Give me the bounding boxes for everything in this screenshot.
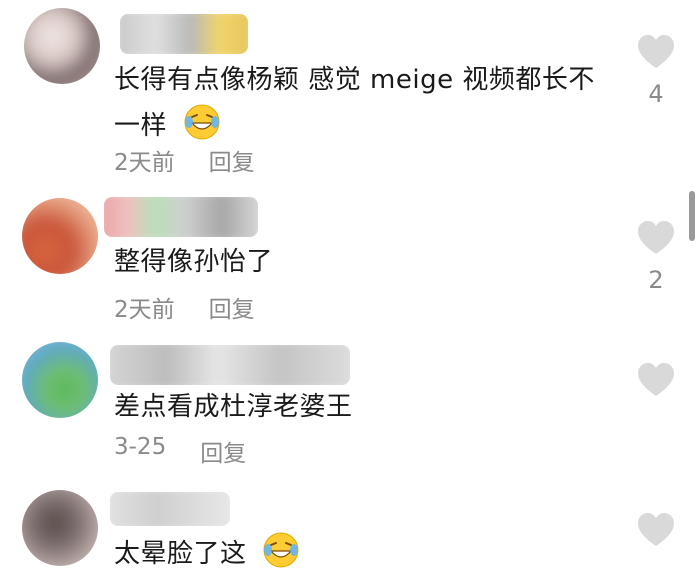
- heart-icon: [638, 221, 674, 254]
- reply-button[interactable]: 回复: [209, 143, 255, 177]
- like-button[interactable]: [634, 512, 678, 548]
- comment-text: 长得有点像杨颖 感觉 meige 视频都长不 一样: [114, 65, 595, 142]
- avatar[interactable]: [22, 342, 98, 418]
- like-button[interactable]: [634, 362, 678, 408]
- laughing-crying-emoji: [261, 530, 301, 570]
- reply-button[interactable]: 回复: [209, 290, 255, 324]
- comment-meta: 2天前 回复: [114, 143, 255, 177]
- comment-time: 2天前: [114, 297, 175, 323]
- comment-time: 3-25: [114, 434, 167, 460]
- username-redacted[interactable]: [120, 14, 248, 54]
- like-count: 4: [648, 80, 664, 108]
- reply-button[interactable]: 回复: [200, 434, 246, 468]
- username-redacted[interactable]: [110, 345, 350, 385]
- username-redacted[interactable]: [110, 492, 230, 526]
- comment-meta: 3-25 回复: [114, 434, 246, 468]
- avatar[interactable]: [22, 198, 98, 274]
- comment-text: 差点看成杜淳老婆王: [114, 392, 353, 422]
- username-redacted[interactable]: [104, 197, 258, 237]
- like-button[interactable]: 4: [634, 34, 678, 108]
- comment-meta: 2天前 回复: [114, 290, 255, 324]
- comment-time: 2天前: [114, 150, 175, 176]
- avatar[interactable]: [24, 8, 100, 84]
- scrollbar-thumb[interactable]: [689, 191, 695, 241]
- like-count: 2: [648, 266, 664, 294]
- heart-icon: [638, 513, 674, 546]
- comment-text: 太晕脸了这: [114, 530, 610, 576]
- like-button[interactable]: 2: [634, 220, 678, 294]
- avatar[interactable]: [22, 490, 98, 566]
- laughing-crying-emoji: [182, 102, 222, 142]
- heart-icon: [638, 35, 674, 68]
- heart-icon: [638, 363, 674, 396]
- comment-text: 整得像孙怡了: [114, 247, 274, 277]
